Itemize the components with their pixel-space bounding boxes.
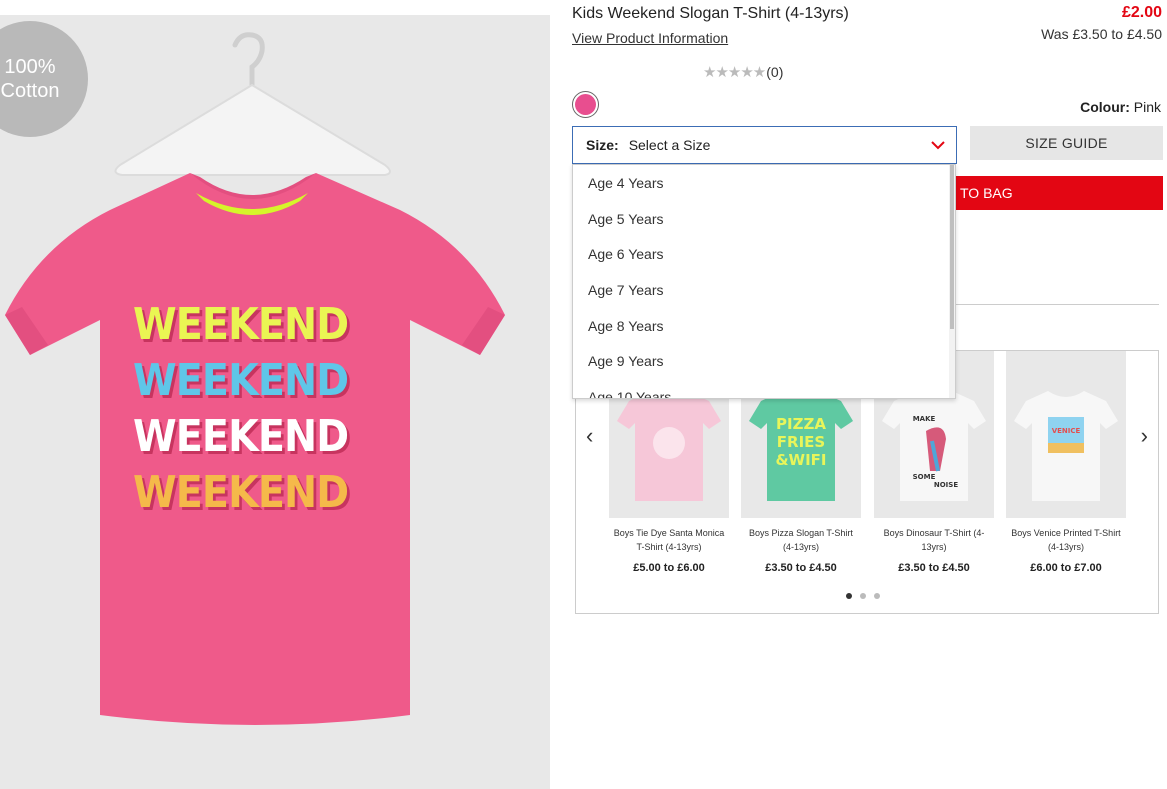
size-option[interactable]: Age 9 Years [573, 343, 955, 379]
chevron-down-icon [931, 141, 945, 150]
product-price: £5.00 to £6.00 [633, 562, 705, 574]
product-name: Boys Venice Printed T-Shirt (4-13yrs) [1011, 528, 1121, 552]
colour-label-key: Colour: [1080, 99, 1130, 115]
product-price: £3.50 to £4.50 [765, 562, 837, 574]
add-to-bag-button[interactable]: TO BAG [940, 176, 1163, 210]
size-select[interactable]: Size: Select a Size [572, 126, 957, 164]
colour-label-value: Pink [1133, 99, 1161, 115]
review-count: (0) [766, 64, 784, 80]
thumb-text: VENICE [1052, 427, 1081, 435]
dropdown-scrollbar[interactable] [949, 165, 955, 398]
print-line-blue: WEEKEND [133, 355, 349, 406]
product-card-venice[interactable]: VENICE Boys Venice Printed T-Shirt (4-13… [1006, 351, 1126, 574]
size-option[interactable]: Age 10 Years [573, 379, 955, 398]
chevron-left-icon[interactable]: ‹ [586, 423, 593, 449]
product-thumb: VENICE [1006, 351, 1126, 518]
thumb-text: SOME [913, 473, 936, 481]
product-page: 100% Cotton WEEKEND WEEKEND WEEKEND WEEK… [0, 0, 1167, 789]
print-line-yellow: WEEKEND [133, 299, 349, 350]
tshirt-thumb-icon: VENICE [1014, 391, 1118, 501]
product-title: Kids Weekend Slogan T-Shirt (4-13yrs) [572, 5, 849, 22]
size-option[interactable]: Age 6 Years [573, 236, 955, 272]
size-select-label: Size: [586, 137, 619, 153]
thumb-text: PIZZA [776, 415, 826, 433]
product-price: £6.00 to £7.00 [1030, 562, 1102, 574]
product-name: Boys Tie Dye Santa Monica T-Shirt (4-13y… [613, 528, 725, 552]
dropdown-scrollbar-thumb[interactable] [950, 165, 954, 329]
carousel-dots [846, 593, 880, 599]
carousel-dot-3[interactable] [874, 593, 880, 599]
size-option[interactable]: Age 4 Years [573, 165, 955, 201]
swatch-fill [575, 94, 596, 115]
current-price: £2.00 [1121, 4, 1162, 21]
colour-label: Colour: Pink [1080, 99, 1161, 115]
divider [955, 304, 1159, 305]
thumb-text: FRIES [777, 433, 825, 451]
thumb-text: NOISE [934, 481, 958, 489]
shirt-print: WEEKEND WEEKEND WEEKEND WEEKEND [133, 297, 367, 521]
size-option[interactable]: Age 7 Years [573, 272, 955, 308]
carousel-dot-1[interactable] [846, 593, 852, 599]
size-guide-button[interactable]: SIZE GUIDE [970, 126, 1163, 160]
print-line-orange: WEEKEND [133, 467, 349, 518]
view-product-info-link[interactable]: View Product Information [572, 30, 728, 46]
product-name: Boys Dinosaur T-Shirt (4-13yrs) [883, 528, 985, 552]
carousel-dot-2[interactable] [860, 593, 866, 599]
print-line-white: WEEKEND [133, 411, 349, 462]
product-price: £3.50 to £4.50 [898, 562, 970, 574]
size-dropdown-list[interactable]: Age 4 Years Age 5 Years Age 6 Years Age … [572, 164, 956, 399]
colour-swatch-pink[interactable] [572, 91, 599, 118]
thumb-text: MAKE [913, 415, 936, 423]
chevron-right-icon[interactable]: › [1141, 423, 1148, 449]
stars-icon: ★★★★★ [703, 64, 766, 81]
size-option[interactable]: Age 8 Years [573, 308, 955, 344]
star-rating[interactable]: ★★★★★ (0) [703, 63, 783, 81]
product-name: Boys Pizza Slogan T-Shirt (4-13yrs) [749, 528, 853, 552]
badge-line1: 100% [4, 56, 56, 78]
size-option[interactable]: Age 5 Years [573, 201, 955, 237]
product-image[interactable]: 100% Cotton WEEKEND WEEKEND WEEKEND WEEK… [0, 15, 550, 789]
was-price: Was £3.50 to £4.50 [1041, 26, 1162, 42]
badge-line2: Cotton [0, 80, 60, 102]
thumb-text: &WIFI [775, 451, 826, 469]
size-select-value: Select a Size [628, 137, 711, 153]
